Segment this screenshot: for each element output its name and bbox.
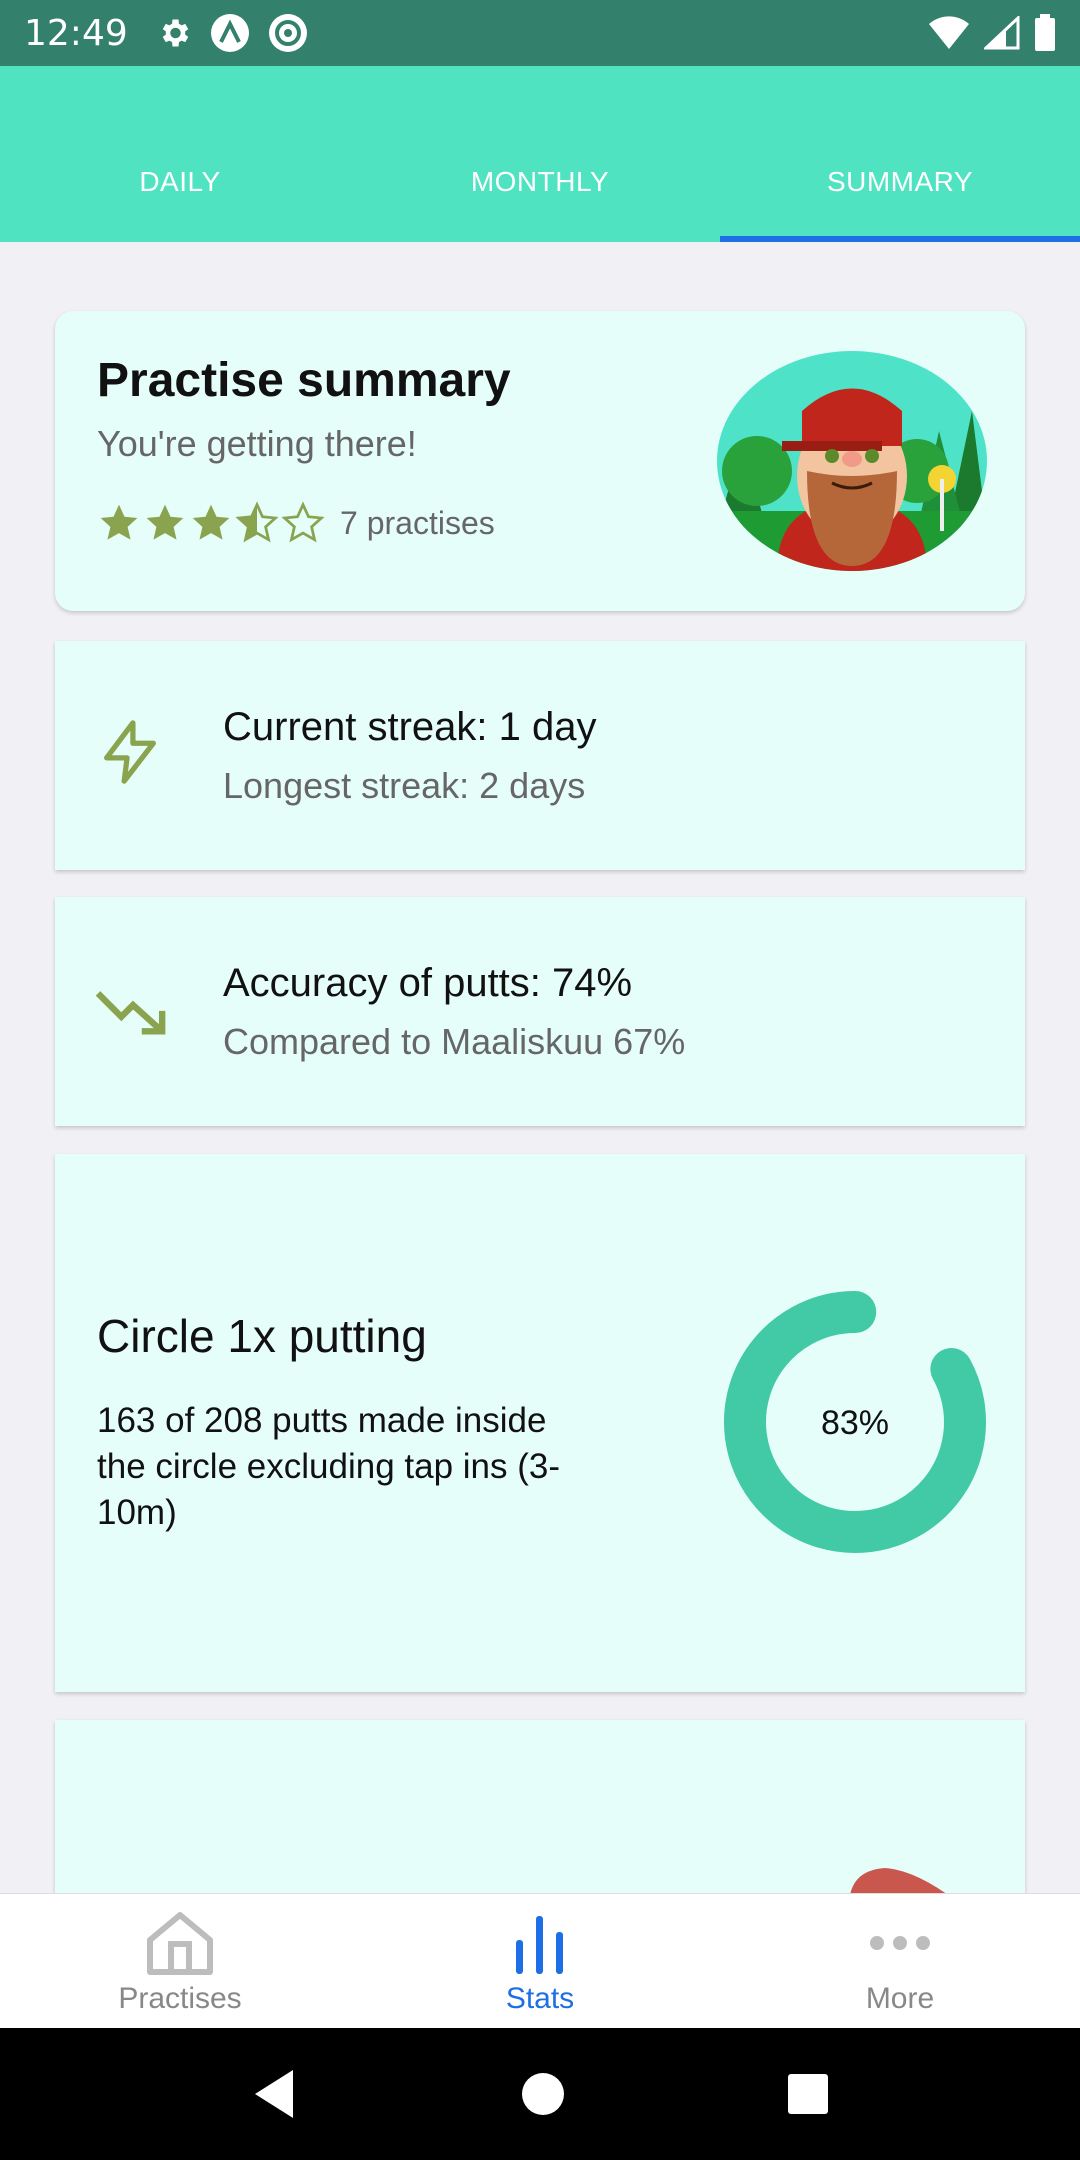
lightning-icon: [104, 720, 156, 784]
system-navigation-bar: [0, 2028, 1080, 2160]
summary-subtitle: You're getting there!: [97, 423, 417, 464]
accuracy-card: Accuracy of putts: 74% Compared to Maali…: [55, 897, 1025, 1126]
bottom-navigation: Practises Stats More: [0, 1893, 1080, 2028]
nav-more-label: More: [865, 1982, 935, 2015]
nav-stats[interactable]: Stats: [360, 1894, 720, 2028]
star-full-icon: [192, 504, 230, 540]
recents-square-icon[interactable]: [787, 2073, 829, 2115]
player-avatar-image: [717, 351, 987, 571]
tab-summary[interactable]: SUMMARY: [720, 132, 1080, 242]
accuracy-compare-text: Compared to Maaliskuu 67%: [223, 1021, 686, 1062]
app-a-icon: [210, 14, 249, 52]
bar-chart-icon: [516, 1916, 563, 1974]
tab-monthly[interactable]: MONTHLY: [360, 132, 720, 242]
battery-icon: [1035, 14, 1055, 51]
nav-stats-label: Stats: [505, 1982, 575, 2015]
home-circle-icon[interactable]: [521, 2072, 565, 2116]
star-full-icon: [146, 504, 184, 540]
star-empty-icon: [281, 501, 325, 543]
tab-bar: DAILY MONTHLY SUMMARY: [0, 132, 1080, 242]
current-streak-text: Current streak: 1 day: [223, 705, 597, 749]
circle-putting-title: Circle 1x putting: [97, 1310, 427, 1362]
putt-accuracy-text: Accuracy of putts: 74%: [223, 961, 633, 1005]
nav-practises[interactable]: Practises: [0, 1894, 360, 2028]
home-icon: [147, 1912, 213, 1975]
circle-percentage-donut: 83%: [724, 1291, 986, 1553]
practise-count: 7 practises: [340, 505, 495, 541]
summary-title: Practise summary: [97, 354, 511, 407]
circle-putting-description: 163 of 208 putts made inside the circle …: [97, 1401, 560, 1532]
nav-practises-label: Practises: [118, 1982, 242, 2015]
circle-putting-card: Circle 1x putting 163 of 208 putts made …: [55, 1154, 1025, 1692]
wifi-icon: [929, 16, 969, 49]
practise-summary-card: Practise summary You're getting there! 7…: [55, 311, 1025, 611]
status-time: 12:49: [24, 12, 128, 54]
more-dots-icon: [870, 1936, 930, 1950]
signal-icon: [984, 16, 1020, 50]
settings-gear-icon: [162, 19, 188, 47]
app-at-icon: [268, 14, 307, 52]
tab-daily[interactable]: DAILY: [0, 132, 360, 242]
star-rating: [97, 501, 325, 545]
status-bar: 12:49: [0, 0, 1080, 66]
nav-more[interactable]: More: [720, 1894, 1080, 2028]
top-app-bar: DAILY MONTHLY SUMMARY: [0, 66, 1080, 242]
streak-card: Current streak: 1 day Longest streak: 2 …: [55, 641, 1025, 870]
star-half-icon: [235, 501, 279, 543]
longest-streak-text: Longest streak: 2 days: [223, 765, 586, 806]
back-icon[interactable]: [251, 2068, 299, 2120]
donut-percent-label: 83%: [821, 1404, 889, 1442]
star-full-icon: [100, 504, 138, 540]
trending-down-icon: [95, 991, 166, 1035]
